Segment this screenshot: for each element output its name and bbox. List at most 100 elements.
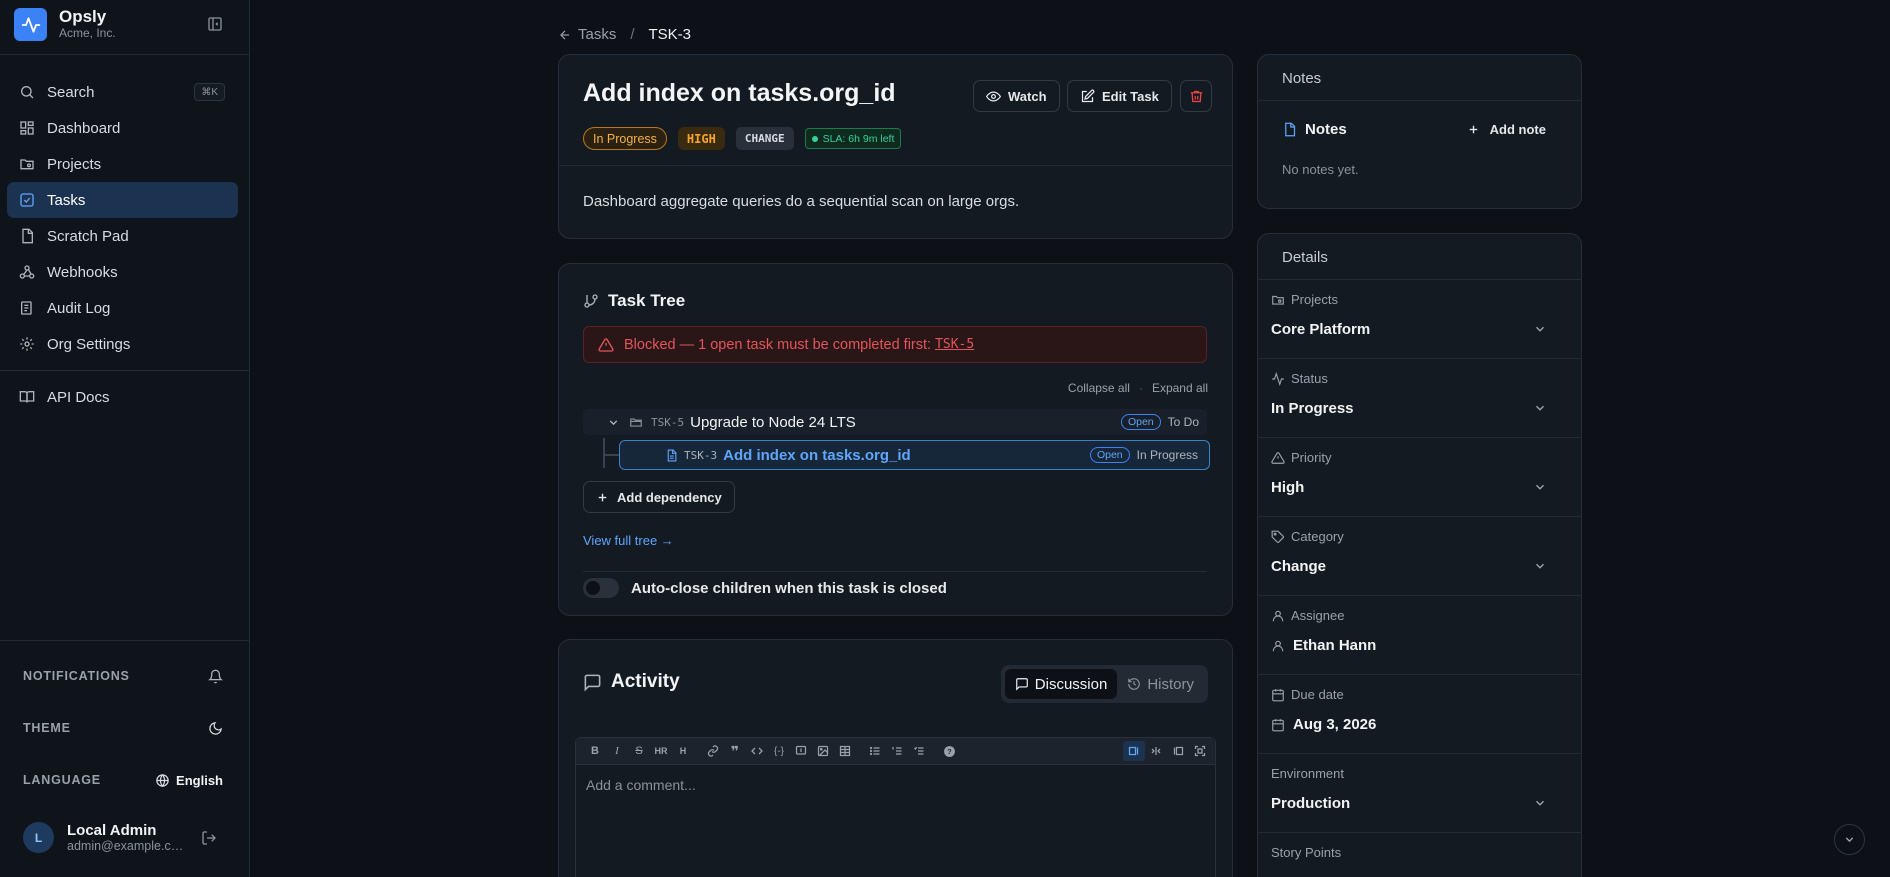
detail-label: Environment	[1271, 766, 1344, 781]
split-view-icon[interactable]	[1145, 741, 1167, 761]
bell-icon[interactable]	[208, 669, 223, 684]
tree-node-parent[interactable]: TSK-5 Upgrade to Node 24 LTS Open To Do	[583, 409, 1207, 435]
theme-row[interactable]: THEME	[23, 718, 223, 738]
sidebar-item-org-settings[interactable]: Org Settings	[7, 326, 238, 362]
help-icon[interactable]: ?	[938, 741, 960, 761]
activity-header: Activity	[583, 671, 680, 693]
bullet-list-icon[interactable]	[864, 741, 886, 761]
expand-all-button[interactable]: Expand all	[1152, 381, 1208, 395]
tab-history[interactable]: History	[1117, 669, 1204, 699]
chevron-down-icon[interactable]	[607, 416, 620, 429]
project-select[interactable]: Core Platform	[1271, 321, 1370, 338]
detail-projects[interactable]: Projects Core Platform	[1258, 280, 1581, 359]
blocked-text: Blocked — 1 open task must be completed …	[624, 336, 932, 353]
numbered-list-icon[interactable]	[886, 741, 908, 761]
assignee-select[interactable]: Ethan Hann	[1271, 637, 1376, 654]
task-name: Upgrade to Node 24 LTS	[690, 413, 856, 431]
detail-label-text: Status	[1291, 371, 1328, 386]
sidebar-item-audit-log[interactable]: Audit Log	[7, 290, 238, 326]
code-icon[interactable]	[746, 741, 768, 761]
bold-icon[interactable]: B	[584, 741, 606, 761]
delete-task-button[interactable]	[1180, 80, 1212, 112]
plus-icon	[598, 493, 607, 501]
comment-box-icon[interactable]	[790, 741, 812, 761]
sidebar-item-label: Scratch Pad	[47, 227, 129, 245]
quote-icon[interactable]: ❞	[724, 741, 746, 761]
strikethrough-icon[interactable]: S	[628, 741, 650, 761]
chevron-down-icon[interactable]	[1533, 559, 1547, 573]
detail-label: Assignee	[1271, 608, 1344, 623]
sidebar-item-scratch-pad[interactable]: Scratch Pad	[7, 218, 238, 254]
detail-category[interactable]: Category Change	[1258, 517, 1581, 596]
tree-connector	[603, 438, 619, 468]
language-select[interactable]: English	[155, 773, 223, 788]
detail-status[interactable]: Status In Progress	[1258, 359, 1581, 438]
edit-mode-icon[interactable]	[1123, 741, 1145, 761]
sidebar-item-projects[interactable]: Projects	[7, 146, 238, 182]
heading-icon[interactable]: H	[672, 741, 694, 761]
brand[interactable]: Opsly Acme, Inc.	[14, 8, 116, 41]
checklist-icon[interactable]	[908, 741, 930, 761]
moon-icon[interactable]	[208, 721, 223, 736]
image-icon[interactable]	[812, 741, 834, 761]
category-select[interactable]: Change	[1271, 558, 1326, 575]
priority-select[interactable]: High	[1271, 479, 1304, 496]
sidebar-item-api-docs[interactable]: API Docs	[7, 379, 238, 415]
brand-name: Opsly	[59, 7, 107, 26]
user-icon	[1272, 640, 1284, 651]
collapse-sidebar-icon[interactable]	[207, 16, 225, 34]
tab-discussion[interactable]: Discussion	[1004, 669, 1118, 699]
sidebar-item-webhooks[interactable]: Webhooks	[7, 254, 238, 290]
blocking-task-link[interactable]: TSK-5	[935, 337, 974, 352]
message-square-icon	[1015, 678, 1028, 691]
chevron-down-icon[interactable]	[1533, 480, 1547, 494]
chevron-down-icon[interactable]	[1533, 322, 1547, 336]
add-dependency-button[interactable]: Add dependency	[583, 481, 735, 513]
detail-story-points[interactable]: Story Points	[1258, 833, 1581, 877]
environment-select[interactable]: Production	[1271, 795, 1350, 812]
page-title: Add index on tasks.org_id	[583, 79, 896, 107]
chevron-down-icon[interactable]	[1533, 401, 1547, 415]
notes-row: Notes Add note	[1282, 121, 1562, 138]
code-block-icon[interactable]: {-}	[768, 741, 790, 761]
notifications-row[interactable]: NOTIFICATIONS	[23, 666, 223, 686]
auto-close-toggle[interactable]	[583, 578, 619, 598]
sidebar-item-tasks[interactable]: Tasks	[7, 182, 238, 218]
sidebar-item-search[interactable]: Search ⌘K	[7, 74, 238, 110]
preview-mode-icon[interactable]	[1167, 741, 1189, 761]
breadcrumb-back-link[interactable]: Tasks	[558, 26, 616, 43]
italic-icon[interactable]: I	[606, 741, 628, 761]
watch-button[interactable]: Watch	[973, 80, 1060, 112]
status-select[interactable]: In Progress	[1271, 400, 1354, 417]
dashboard-icon	[20, 121, 34, 135]
detail-environment[interactable]: Environment Production	[1258, 754, 1581, 833]
logout-icon[interactable]	[201, 830, 217, 846]
detail-label-text: Due date	[1291, 687, 1344, 702]
tree-node-current[interactable]: TSK-3 Add index on tasks.org_id Open In …	[619, 440, 1210, 470]
add-note-button[interactable]: Add note	[1467, 122, 1546, 137]
horizontal-rule-icon[interactable]: HR	[650, 741, 672, 761]
user-profile[interactable]: L Local Admin admin@example.com	[23, 822, 228, 853]
table-icon[interactable]	[834, 741, 856, 761]
activity-icon	[1272, 371, 1284, 386]
comment-input[interactable]: Add a comment...	[576, 765, 1215, 805]
edit-task-button[interactable]: Edit Task	[1067, 80, 1172, 112]
detail-due-date[interactable]: Due date Aug 3, 2026	[1258, 675, 1581, 754]
link-icon[interactable]	[702, 741, 724, 761]
tab-history-label: History	[1147, 675, 1194, 693]
task-tree-header: Task Tree	[583, 291, 685, 311]
chevron-down-icon[interactable]	[1533, 796, 1547, 810]
scroll-down-button[interactable]	[1834, 824, 1865, 855]
sidebar-item-dashboard[interactable]: Dashboard	[7, 110, 238, 146]
globe-icon	[156, 773, 169, 787]
sidebar-item-label: Webhooks	[47, 263, 118, 281]
language-row[interactable]: LANGUAGE English	[23, 770, 223, 790]
collapse-all-button[interactable]: Collapse all	[1068, 381, 1130, 395]
fullscreen-icon[interactable]	[1189, 741, 1211, 761]
notes-label-text: Notes	[1305, 121, 1347, 138]
due-date-picker[interactable]: Aug 3, 2026	[1271, 716, 1376, 733]
detail-assignee[interactable]: Assignee Ethan Hann	[1258, 596, 1581, 675]
search-icon	[21, 86, 34, 99]
detail-priority[interactable]: Priority High	[1258, 438, 1581, 517]
view-full-tree-link[interactable]: View full tree →	[583, 533, 674, 548]
